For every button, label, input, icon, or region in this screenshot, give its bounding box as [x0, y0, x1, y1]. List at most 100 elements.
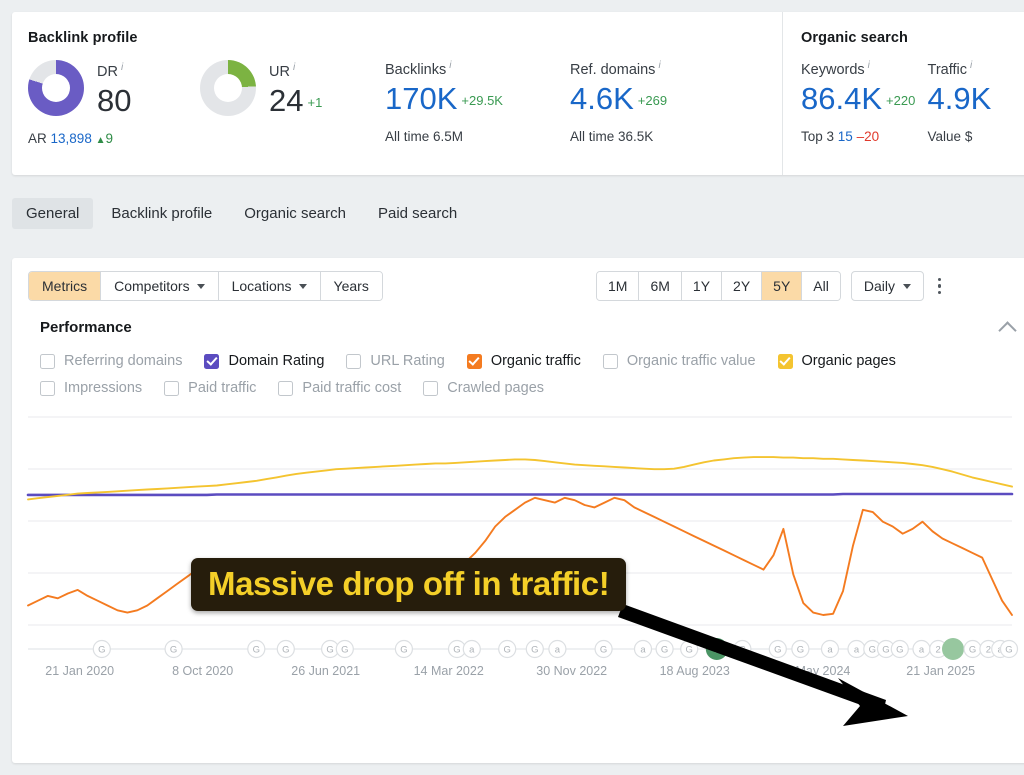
event-marker-label: G	[400, 645, 407, 656]
keywords-info-icon[interactable]: i	[868, 60, 870, 71]
legend-paid-traffic[interactable]: Paid traffic	[164, 380, 256, 396]
annotation-text: Massive drop off in traffic!	[208, 565, 610, 602]
range-6m[interactable]: 6M	[639, 272, 682, 300]
traffic-label: Traffic i	[927, 60, 973, 78]
legend-row-2: Impressions Paid traffic Paid traffic co…	[40, 380, 1024, 396]
event-marker-label: G	[504, 645, 511, 656]
range-2y[interactable]: 2Y	[722, 272, 763, 300]
event-marker-label: a	[854, 645, 860, 656]
granularity-dropdown[interactable]: Daily	[850, 271, 924, 301]
range-1m[interactable]: 1M	[597, 272, 640, 300]
checkbox-impressions[interactable]	[40, 380, 55, 396]
tab-organic-search[interactable]: Organic search	[230, 198, 360, 229]
ref-domains-info-icon[interactable]: i	[658, 60, 660, 71]
traffic-sub-value: $	[964, 129, 973, 145]
backlink-profile-group: Backlink profile DR i 80 AR 13,898 ▲9 UR…	[12, 12, 782, 175]
x-axis-tick-label: 30 Nov 2022	[536, 664, 607, 678]
traffic-info-icon[interactable]: i	[970, 60, 972, 71]
metric-legend: Referring domains Domain Rating URL Rati…	[12, 337, 1024, 396]
checkbox-organic-pages[interactable]	[777, 353, 793, 369]
event-marker-label: G	[661, 645, 668, 656]
dr-info-icon[interactable]: i	[121, 62, 123, 73]
ur-value: 24 +1	[269, 82, 323, 118]
ur-delta: +1	[307, 94, 323, 110]
event-marker-label: G	[253, 645, 260, 656]
legend-organic-pages[interactable]: Organic pages	[777, 353, 896, 369]
range-5y[interactable]: 5Y	[762, 272, 803, 300]
performance-plot[interactable]: GGGGGGGGaGGaGaGGGGGGaaGGGa2G2aG21 Jan 20…	[12, 407, 1024, 678]
ur-info-icon[interactable]: i	[293, 62, 295, 73]
ref-domains-sub-label: All time	[570, 129, 615, 145]
legend-impressions[interactable]: Impressions	[40, 380, 142, 396]
backlinks-value[interactable]: 170K +29.5K	[385, 82, 570, 115]
event-marker-label: a	[827, 645, 833, 656]
kebab-menu-icon[interactable]	[937, 277, 942, 295]
ar-value[interactable]: 13,898	[51, 131, 92, 146]
metrics-button[interactable]: Metrics	[29, 272, 102, 300]
ar-label: AR	[28, 131, 47, 147]
event-marker-label: G	[282, 645, 289, 656]
granularity-label: Daily	[863, 278, 895, 294]
event-marker-label: a	[919, 645, 925, 656]
event-marker-label: G	[453, 645, 460, 656]
legend-organic-traffic-value[interactable]: Organic traffic value	[602, 353, 756, 369]
checkbox-organic-traffic-value[interactable]	[602, 353, 618, 369]
legend-paid-traffic-cost[interactable]: Paid traffic cost	[278, 380, 401, 396]
x-axis-tick-label: 26 Jun 2021	[291, 664, 360, 678]
legend-label: Organic traffic value	[626, 353, 756, 369]
checkbox-referring-domains[interactable]	[40, 353, 55, 369]
dr-donut-chart	[28, 60, 84, 116]
event-marker[interactable]	[942, 638, 964, 660]
tab-paid-search[interactable]: Paid search	[364, 198, 471, 229]
event-marker-label: G	[774, 645, 781, 656]
top3-value[interactable]: 15	[838, 129, 853, 144]
event-marker-label: G	[797, 645, 804, 656]
checkbox-domain-rating[interactable]	[204, 353, 220, 369]
x-axis-tick-label: 14 Mar 2022	[414, 664, 484, 678]
series-line-domain-rating[interactable]	[26, 492, 1014, 497]
backlinks-sub-label: All time	[385, 129, 430, 145]
event-marker-label: a	[640, 645, 646, 656]
x-axis-tick-label: 8 Oct 2020	[172, 664, 233, 678]
performance-chart-card: Metrics Competitors Locations Years 1M 6…	[12, 258, 1024, 763]
keywords-value[interactable]: 86.4K +220	[801, 82, 928, 115]
x-axis-tick-label: 5 May 2024	[785, 664, 850, 678]
event-marker-label: G	[882, 645, 889, 656]
traffic-value[interactable]: 4.9K	[928, 81, 1024, 115]
legend-domain-rating[interactable]: Domain Rating	[204, 353, 324, 369]
checkbox-crawled-pages[interactable]	[423, 380, 439, 396]
checkbox-url-rating[interactable]	[346, 353, 362, 369]
event-marker-label: 2	[936, 645, 941, 656]
checkbox-paid-traffic-cost[interactable]	[278, 380, 294, 396]
chart-svg[interactable]: GGGGGGGGaGGaGaGGGGGGaaGGGa2G2aG21 Jan 20…	[12, 407, 1022, 697]
chart-view-buttons: Metrics Competitors Locations Years	[28, 271, 383, 301]
locations-button[interactable]: Locations	[218, 272, 321, 300]
checkbox-organic-traffic[interactable]	[466, 353, 482, 369]
event-marker-label: G	[896, 645, 903, 656]
tab-general[interactable]: General	[12, 198, 94, 229]
event-marker-label: G	[686, 645, 693, 656]
legend-url-rating[interactable]: URL Rating	[346, 353, 445, 369]
legend-organic-traffic[interactable]: Organic traffic	[466, 353, 581, 369]
ref-domains-value[interactable]: 4.6K +269	[570, 82, 760, 115]
ref-domains-delta: +269	[637, 92, 668, 108]
legend-referring-domains[interactable]: Referring domains	[40, 353, 182, 369]
years-button[interactable]: Years	[320, 272, 382, 300]
ref-domains-sub-value: 36.5K	[618, 129, 654, 145]
event-marker-label: G	[531, 645, 538, 656]
backlinks-info-icon[interactable]: i	[449, 60, 451, 71]
legend-crawled-pages[interactable]: Crawled pages	[423, 380, 544, 396]
event-marker-label: 2	[986, 645, 991, 656]
event-marker-label: G	[739, 645, 746, 656]
metric-keywords: Keywords i 86.4K +220 Top 3 15 –20	[801, 60, 928, 144]
range-1y[interactable]: 1Y	[681, 272, 723, 300]
tab-backlink-profile[interactable]: Backlink profile	[97, 198, 226, 229]
checkbox-paid-traffic[interactable]	[164, 380, 180, 396]
legend-label: Impressions	[64, 380, 143, 396]
competitors-button[interactable]: Competitors	[101, 272, 219, 300]
organic-search-group: Organic search Keywords i 86.4K +220 Top 3…	[782, 12, 1024, 175]
event-marker-label: G	[341, 645, 348, 656]
range-all[interactable]: All	[802, 272, 840, 300]
time-range-selector: 1M 6M 1Y 2Y 5Y All	[596, 271, 841, 301]
ar-delta: ▲9	[95, 131, 114, 147]
